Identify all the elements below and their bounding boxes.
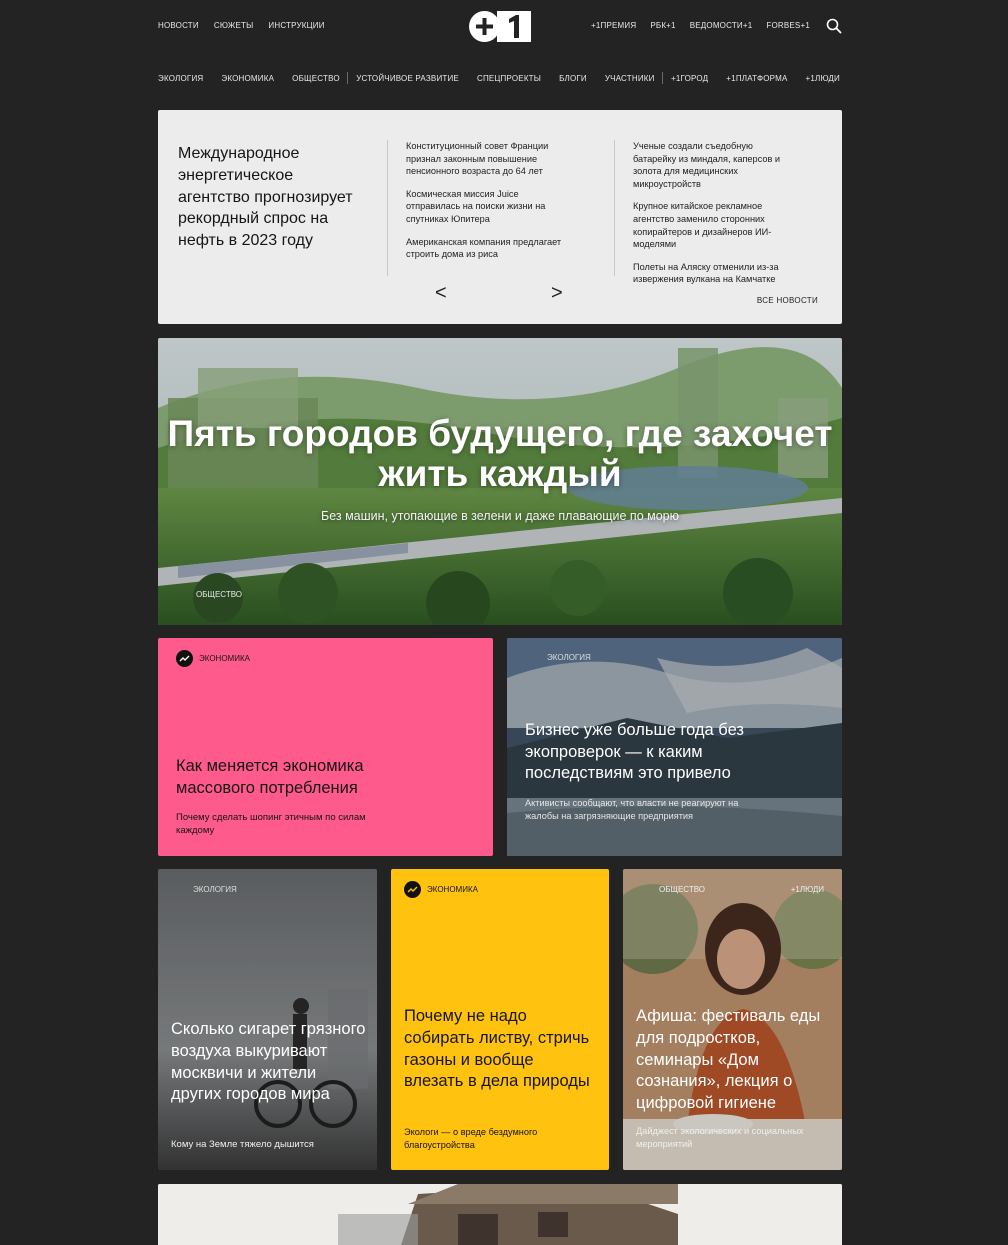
nav-rbc[interactable]: РБК+1: [650, 21, 675, 30]
article-card-next[interactable]: [158, 1184, 842, 1245]
card-tag-label[interactable]: ЭКОНОМИКА: [199, 654, 250, 663]
hero-tag[interactable]: ОБЩЕСТВО: [196, 590, 242, 599]
card-tag-label[interactable]: +1ЛЮДИ: [791, 885, 824, 894]
news-item[interactable]: Полеты на Аляску отменили из-за извержен…: [633, 261, 798, 286]
section-nav-group-projects: УСТОЙЧИВОЕ РАЗВИТИЕ СПЕЦПРОЕКТЫ БЛОГИ УЧ…: [356, 74, 654, 83]
section-nav-group-platforms: +1ГОРОД +1ПЛАТФОРМА +1ЛЮДИ: [671, 74, 840, 83]
card-tag: ЭКОНОМИКА: [176, 650, 250, 667]
news-panel: Международное энергетическое агентство п…: [158, 110, 842, 324]
card-subtitle: Дайджест экологических и социальных меро…: [636, 1126, 804, 1149]
article-card-leaves[interactable]: ЭКОНОМИКА Почему не надо собирать листву…: [391, 869, 609, 1170]
nav-instructions[interactable]: ИНСТРУКЦИИ: [268, 21, 324, 30]
card-subtitle: Кому на Земле тяжело дышится: [171, 1139, 314, 1150]
section-sustainable[interactable]: УСТОЙЧИВОЕ РАЗВИТИЕ: [356, 74, 459, 83]
card-title: Афиша: фестиваль еды для подростков, сем…: [636, 1007, 821, 1113]
section-city[interactable]: +1ГОРОД: [671, 74, 708, 83]
article-card-air-pollution[interactable]: ЭКОЛОГИЯ Сколько сигарет грязного воздух…: [158, 869, 377, 1170]
card-title: Бизнес уже больше года без экопроверок —…: [525, 721, 744, 782]
card-tag-label[interactable]: ЭКОНОМИКА: [427, 885, 478, 894]
card-subtitle: Почему сделать шопинг этичным по силам к…: [176, 812, 366, 836]
card-title: Как меняется экономика массового потребл…: [176, 757, 364, 797]
card-tag: ЭКОЛОГИЯ: [547, 653, 591, 662]
news-column-right: Ученые создали съедобную батарейку из ми…: [614, 140, 798, 284]
news-item[interactable]: Космическая миссия Juice отправилась на …: [406, 188, 571, 226]
card-subtitle: Экологи — о вреде бездумного благоустрой…: [404, 1127, 538, 1150]
section-nav-group-topics: ЭКОЛОГИЯ ЭКОНОМИКА ОБЩЕСТВО: [158, 74, 340, 83]
card-tag-label[interactable]: ЭКОЛОГИЯ: [547, 653, 591, 662]
card-title: Сколько сигарет грязного воздуха выкурив…: [171, 1020, 366, 1104]
divider: [347, 72, 349, 84]
trend-icon: [176, 650, 193, 667]
hero-article[interactable]: Пять городов будущего, где захочет жить …: [158, 338, 842, 625]
section-society[interactable]: ОБЩЕСТВО: [292, 74, 340, 83]
card-tag: ЭКОЛОГИЯ: [193, 885, 237, 894]
section-platform[interactable]: +1ПЛАТФОРМА: [726, 74, 787, 83]
search-icon[interactable]: [826, 18, 842, 34]
all-news-link[interactable]: ВСЕ НОВОСТИ: [757, 296, 818, 305]
news-column-middle: Конституционный совет Франции признал за…: [387, 140, 571, 276]
nav-prize[interactable]: +1ПРЕМИЯ: [591, 21, 636, 30]
article-card-eco-checks[interactable]: ЭКОЛОГИЯ Бизнес уже больше года без экоп…: [507, 638, 842, 856]
site-logo[interactable]: [469, 11, 531, 42]
section-people[interactable]: +1ЛЮДИ: [806, 74, 840, 83]
article-card-economy-consumption[interactable]: ЭКОНОМИКА Как меняется экономика массово…: [158, 638, 493, 856]
nav-stories[interactable]: СЮЖЕТЫ: [214, 21, 254, 30]
prev-arrow-icon[interactable]: <: [435, 283, 447, 303]
news-item[interactable]: Конституционный совет Франции признал за…: [406, 140, 571, 178]
section-special[interactable]: СПЕЦПРОЕКТЫ: [477, 74, 541, 83]
hero-subtitle: Без машин, утопающие в зелени и даже пла…: [321, 509, 679, 523]
section-blogs[interactable]: БЛОГИ: [559, 74, 587, 83]
top-nav-right: +1ПРЕМИЯ РБК+1 ВЕДОМОСТИ+1 FORBES+1: [591, 21, 810, 30]
card-tag-secondary: +1ЛЮДИ: [791, 885, 824, 894]
divider: [662, 72, 664, 84]
card-tag: ЭКОНОМИКА: [404, 881, 478, 898]
card-tag: ОБЩЕСТВО: [659, 885, 705, 894]
section-economy[interactable]: ЭКОНОМИКА: [221, 74, 274, 83]
card-tag-label[interactable]: ОБЩЕСТВО: [659, 885, 705, 894]
card-tag-label[interactable]: ЭКОЛОГИЯ: [193, 885, 237, 894]
trend-icon: [404, 881, 421, 898]
article-card-events[interactable]: ОБЩЕСТВО +1ЛЮДИ Афиша: фестиваль еды для…: [623, 869, 842, 1170]
hero-title: Пять городов будущего, где захочет жить …: [167, 413, 833, 494]
top-nav-left: НОВОСТИ СЮЖЕТЫ ИНСТРУКЦИИ: [158, 21, 325, 30]
next-arrow-icon[interactable]: >: [551, 283, 563, 303]
news-item[interactable]: Ученые создали съедобную батарейку из ми…: [633, 140, 798, 190]
section-ecology[interactable]: ЭКОЛОГИЯ: [158, 74, 203, 83]
card-subtitle: Активисты сообщают, что власти не реагир…: [525, 798, 739, 821]
nav-vedomosti[interactable]: ВЕДОМОСТИ+1: [690, 21, 753, 30]
card-image: [158, 1184, 842, 1245]
nav-forbes[interactable]: FORBES+1: [766, 21, 810, 30]
section-nav: ЭКОЛОГИЯ ЭКОНОМИКА ОБЩЕСТВО УСТОЙЧИВОЕ Р…: [158, 72, 840, 84]
news-item[interactable]: Крупное китайское рекламное агентство за…: [633, 200, 798, 250]
news-item[interactable]: Американская компания предлагает строить…: [406, 236, 571, 261]
section-members[interactable]: УЧАСТНИКИ: [605, 74, 655, 83]
card-title: Почему не надо собирать листву, стричь г…: [404, 1007, 590, 1091]
top-headline[interactable]: Международное энергетическое агентство п…: [178, 143, 368, 252]
nav-news[interactable]: НОВОСТИ: [158, 21, 199, 30]
